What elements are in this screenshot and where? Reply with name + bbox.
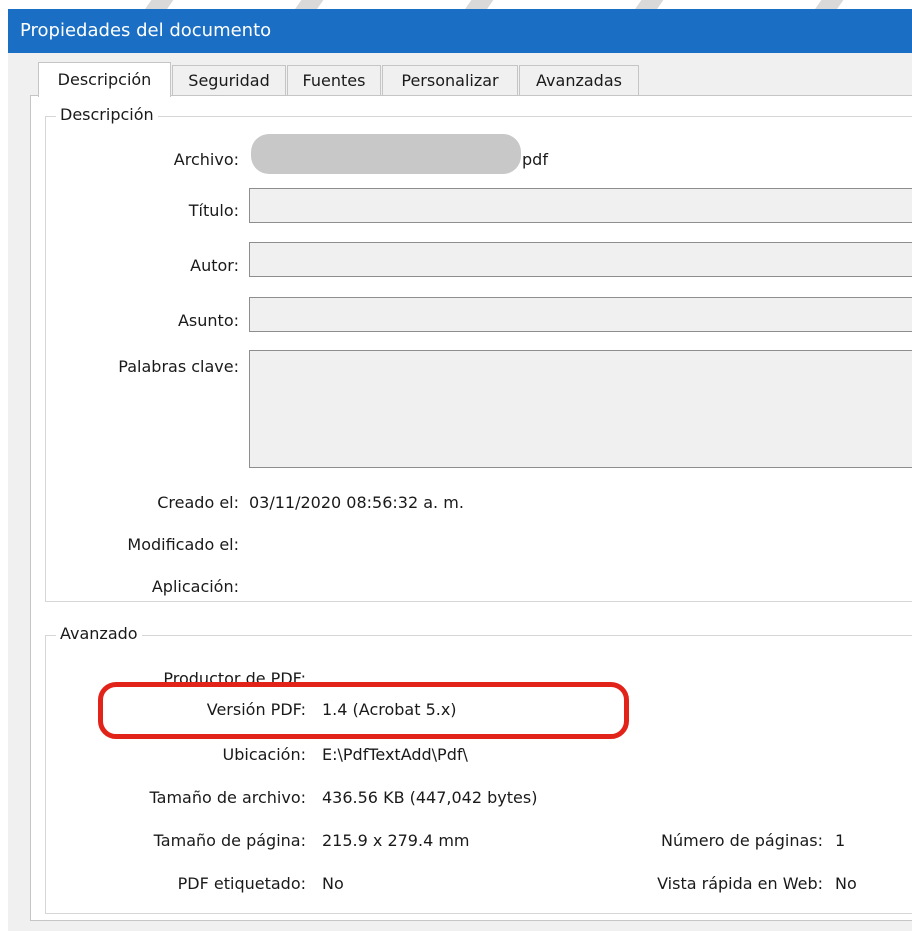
tagged-pdf-value: No: [322, 874, 344, 893]
file-value: pdf: [522, 150, 548, 169]
page-size-label: Tamaño de página:: [153, 831, 306, 850]
page-count-label: Número de páginas:: [661, 831, 823, 850]
page-size-value: 215.9 x 279.4 mm: [322, 831, 470, 850]
description-group: Descripción Archivo: pdf Título: Autor: …: [45, 105, 912, 602]
page-count-value: 1: [835, 831, 846, 850]
advanced-group: Avanzado Productor de PDF: Versión PDF: …: [45, 624, 912, 914]
keywords-label: Palabras clave:: [118, 357, 239, 376]
subject-label: Asunto:: [177, 311, 239, 330]
tab-descripcion[interactable]: Descripción: [38, 62, 171, 97]
dialog-title-bar[interactable]: Propiedades del documento: [8, 9, 912, 53]
tab-label: Personalizar: [401, 71, 499, 90]
location-value: E:\PdfTextAdd\Pdf\: [322, 745, 468, 764]
tab-seguridad[interactable]: Seguridad: [172, 65, 286, 96]
top-decoration: [0, 0, 912, 9]
author-field[interactable]: [249, 242, 912, 277]
tab-label: Avanzadas: [536, 71, 622, 90]
tab-avanzadas[interactable]: Avanzadas: [519, 65, 639, 96]
redacted-file-name: [251, 134, 521, 174]
location-label: Ubicación:: [222, 745, 306, 764]
advanced-legend: Avanzado: [56, 624, 142, 643]
tab-label: Fuentes: [302, 71, 366, 90]
tab-fuentes[interactable]: Fuentes: [287, 65, 381, 96]
file-size-value: 436.56 KB (447,042 bytes): [322, 788, 538, 807]
pdf-version-label: Versión PDF:: [206, 700, 306, 719]
tab-personalizar[interactable]: Personalizar: [382, 65, 518, 96]
created-label: Creado el:: [157, 493, 239, 512]
keywords-field[interactable]: [249, 350, 912, 468]
dialog-body: Descripción Seguridad Fuentes Personaliz…: [8, 53, 912, 931]
file-size-label: Tamaño de archivo:: [149, 788, 306, 807]
title-field[interactable]: [249, 188, 912, 223]
fast-web-view-value: No: [835, 874, 857, 893]
description-legend: Descripción: [56, 105, 158, 124]
created-value: 03/11/2020 08:56:32 a. m.: [249, 493, 464, 512]
tab-label: Descripción: [57, 70, 152, 89]
tagged-pdf-label: PDF etiquetado:: [177, 874, 306, 893]
pdf-version-value: 1.4 (Acrobat 5.x): [322, 700, 457, 719]
title-label: Título:: [188, 201, 239, 220]
tab-label: Seguridad: [188, 71, 270, 90]
file-label: Archivo:: [173, 150, 239, 169]
tab-panel-descripcion: Descripción Archivo: pdf Título: Autor: …: [30, 95, 912, 921]
subject-field[interactable]: [249, 297, 912, 332]
dialog-title: Propiedades del documento: [20, 20, 272, 41]
application-label: Aplicación:: [151, 577, 239, 596]
author-label: Autor:: [190, 256, 239, 275]
fast-web-view-label: Vista rápida en Web:: [657, 874, 823, 893]
modified-label: Modificado el:: [127, 535, 239, 554]
